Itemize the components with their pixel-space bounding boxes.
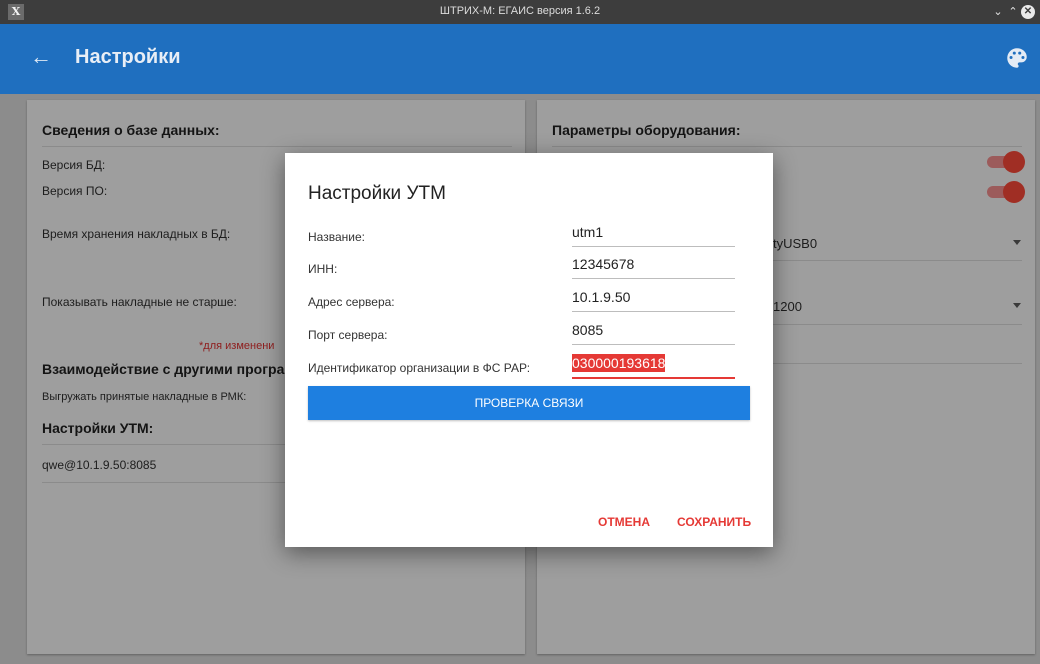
app-version-label: Версия ПО: — [42, 184, 108, 198]
chevron-down-icon[interactable] — [1013, 240, 1021, 245]
server-port-label: Порт сервера: — [308, 328, 388, 342]
save-button[interactable]: СОХРАНИТЬ — [677, 515, 751, 529]
baud-select-value[interactable]: 1200 — [773, 299, 802, 314]
server-address-field[interactable]: 10.1.9.50 — [572, 289, 735, 312]
db-version-label: Версия БД: — [42, 158, 106, 172]
close-window-icon[interactable]: ✕ — [1021, 5, 1035, 19]
app-window: X ШТРИХ-М: ЕГАИС версия 1.6.2 ⌄ ⌃ ✕ ← На… — [0, 0, 1040, 664]
selected-text: 030000193618 — [572, 354, 666, 372]
utm-settings-dialog: Настройки УТМ Название: utm1 ИНН: 123456… — [285, 153, 773, 547]
db-section-title: Сведения о базе данных: — [42, 122, 220, 138]
port-select-value[interactable]: tyUSB0 — [773, 236, 817, 251]
title-bar: X ШТРИХ-М: ЕГАИС версия 1.6.2 ⌄ ⌃ ✕ — [0, 0, 1040, 24]
maximize-icon[interactable]: ⌃ — [1005, 4, 1021, 20]
inn-label: ИНН: — [308, 262, 338, 276]
org-id-field[interactable]: 030000193618 — [572, 354, 735, 379]
window-title: ШТРИХ-М: ЕГАИС версия 1.6.2 — [439, 5, 601, 17]
equipment-toggle-1[interactable] — [987, 150, 1025, 174]
minimize-icon[interactable]: ⌄ — [990, 4, 1006, 20]
check-connection-button[interactable]: ПРОВЕРКА СВЯЗИ — [308, 386, 750, 420]
chevron-down-icon[interactable] — [1013, 303, 1021, 308]
inn-field[interactable]: 12345678 — [572, 256, 735, 279]
change-note: *для изменени — [199, 340, 275, 352]
export-label: Выгружать принятые накладные в РМК: — [42, 391, 247, 403]
name-field[interactable]: utm1 — [572, 224, 735, 247]
name-label: Название: — [308, 230, 365, 244]
show-not-older-label: Показывать накладные не старше: — [42, 295, 237, 309]
interaction-section-title: Взаимодействие с другими програ — [42, 361, 285, 377]
back-arrow-icon[interactable]: ← — [30, 44, 52, 70]
app-bar: ← Настройки — [0, 24, 1040, 94]
divider — [552, 146, 1022, 147]
storage-time-label: Время хранения накладных в БД: — [42, 227, 231, 241]
cancel-button[interactable]: ОТМЕНА — [598, 515, 650, 529]
page-title: Настройки — [75, 46, 181, 68]
utm-section-title: Настройки УТМ: — [42, 420, 154, 436]
toggle-knob — [1003, 151, 1025, 173]
toggle-knob — [1003, 181, 1025, 203]
server-address-label: Адрес сервера: — [308, 295, 395, 309]
dialog-title: Настройки УТМ — [308, 183, 446, 204]
equipment-toggle-2[interactable] — [987, 180, 1025, 204]
org-id-label: Идентификатор организации в ФС РАР: — [308, 361, 531, 375]
equipment-section-title: Параметры оборудования: — [552, 122, 741, 138]
utm-entry[interactable]: qwe@10.1.9.50:8085 — [42, 458, 156, 472]
palette-icon[interactable] — [1004, 45, 1030, 71]
divider — [42, 146, 512, 147]
server-port-field[interactable]: 8085 — [572, 322, 735, 345]
